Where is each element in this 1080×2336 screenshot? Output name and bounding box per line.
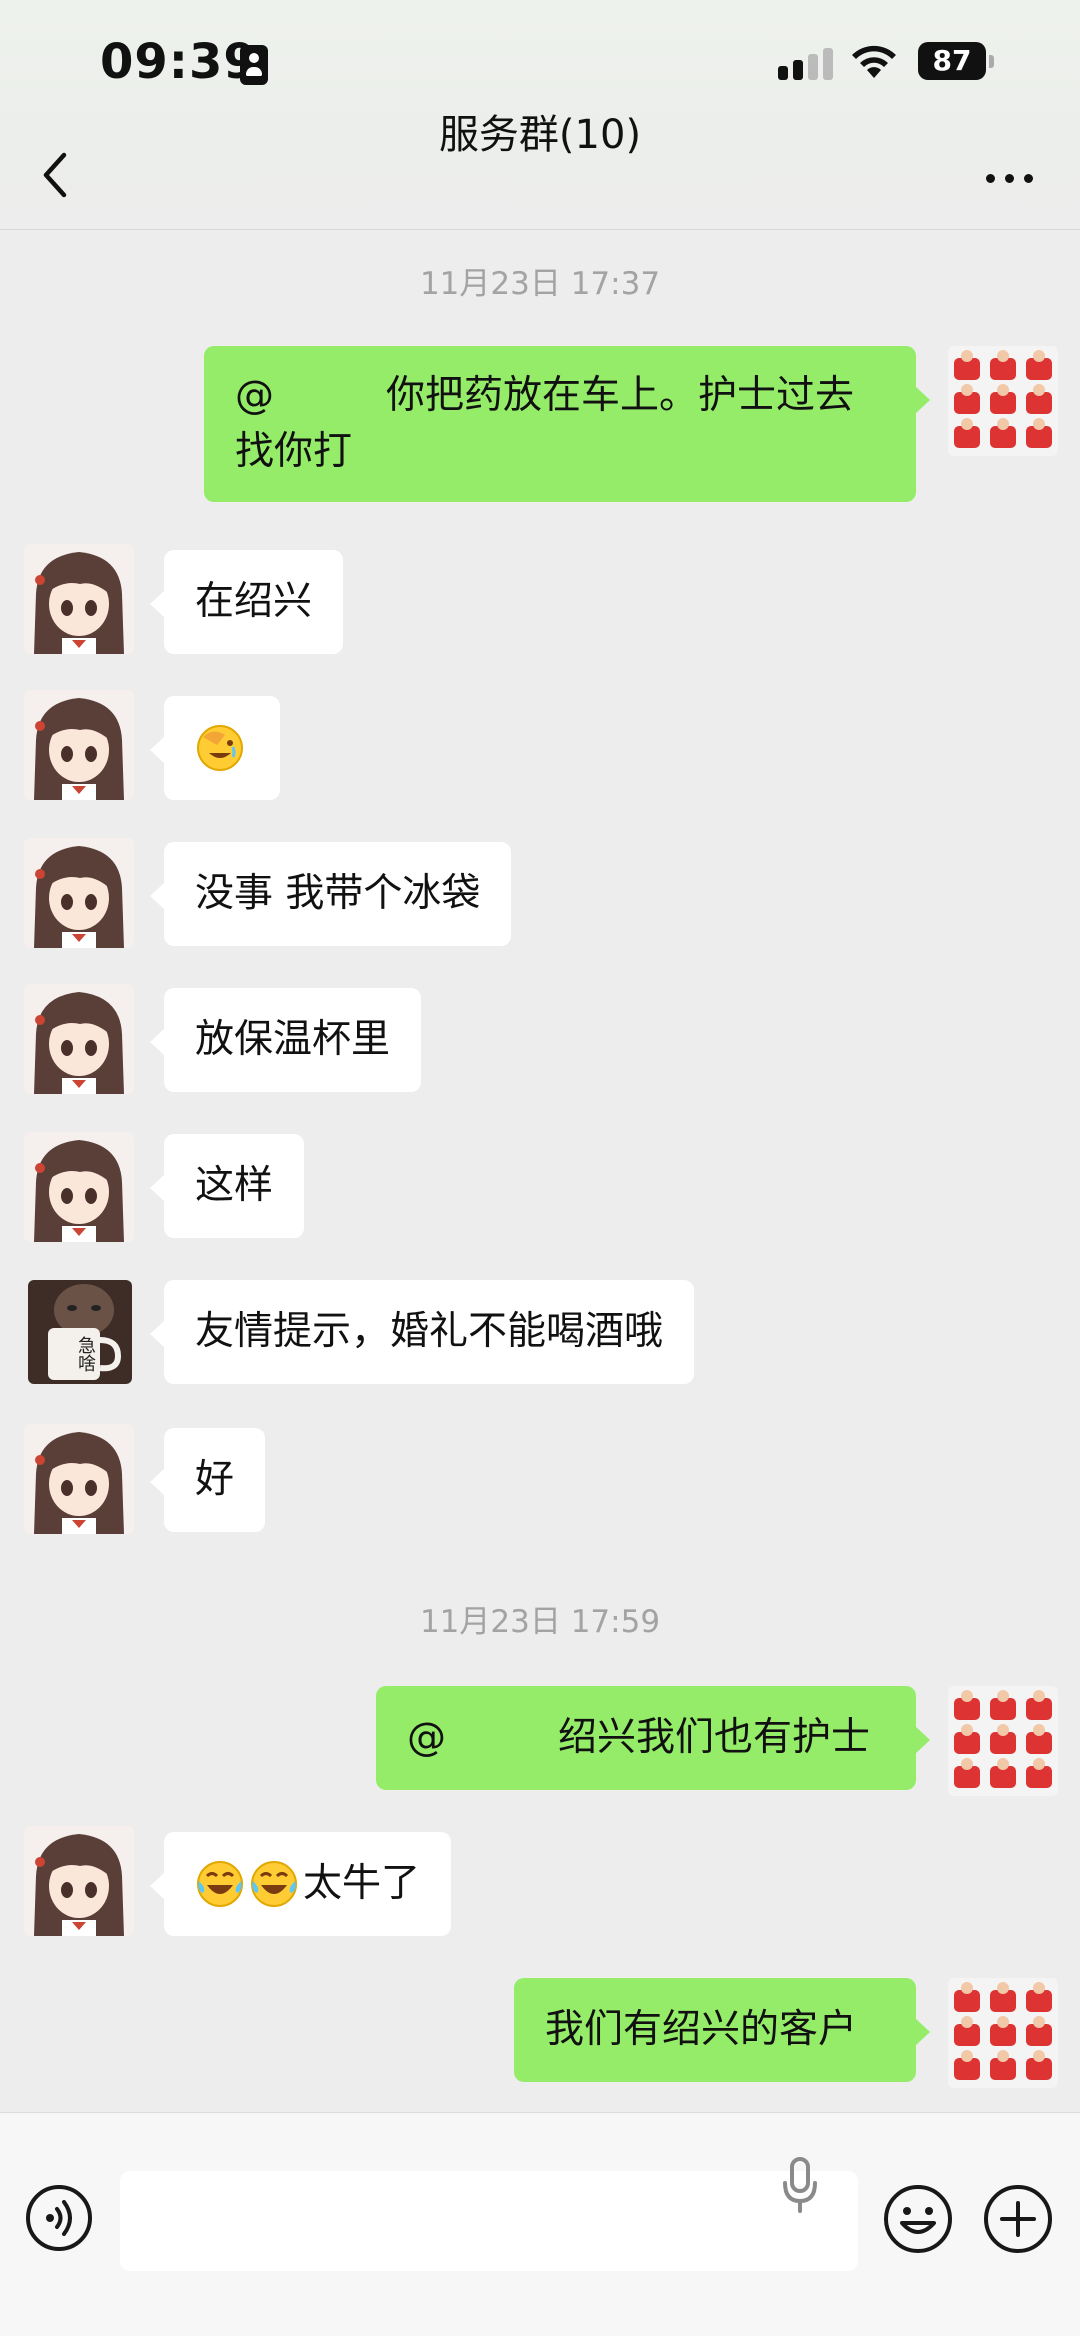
incoming-message-bubble[interactable]: 太牛了	[149, 1832, 452, 1936]
incoming-message-bubble[interactable]	[150, 696, 280, 800]
message-input[interactable]	[120, 2171, 858, 2271]
red-shirt-grid-avatar-icon	[948, 346, 1058, 456]
red-shirt-grid-avatar-icon	[948, 1686, 1058, 1796]
message-text: 我们有绍兴的客户	[545, 2007, 858, 2052]
message-text: 放保温杯里	[195, 1017, 391, 1062]
message-text: 你把药放在车上。护士过去找你打	[235, 373, 855, 474]
outgoing-message-bubble[interactable]: @ 绍兴我们也有护士	[376, 1686, 930, 1790]
message-text: 没事 我带个冰袋	[195, 871, 481, 916]
cellular-signal-icon	[778, 46, 834, 80]
message-text: 绍兴我们也有护士	[558, 1715, 871, 1760]
anime-girl-avatar-icon	[24, 690, 134, 800]
input-bar	[0, 2112, 1080, 2336]
anime-girl-avatar-icon	[24, 838, 134, 948]
mention-tag[interactable]: @	[407, 1710, 446, 1766]
chat-screen: 09:39 87 服务群(10) 11月23日 17:37 @ 你把药放在车上。护…	[0, 0, 1080, 2336]
incoming-message-bubble[interactable]: 没事 我带个冰袋	[149, 842, 512, 946]
sender-avatar[interactable]: 急啥	[28, 1280, 132, 1384]
message-text: 太牛了	[303, 1861, 421, 1906]
outgoing-message-bubble[interactable]: 我们有绍兴的客户	[514, 1978, 930, 2082]
outgoing-message-bubble[interactable]: @ 你把药放在车上。护士过去找你打	[204, 346, 930, 502]
red-shirt-grid-avatar-icon	[948, 1978, 1058, 2088]
chat-title: 服务群(10)	[438, 112, 642, 158]
microphone-icon[interactable]	[780, 2155, 820, 2215]
anime-girl-avatar-icon	[24, 1424, 134, 1534]
incoming-message-bubble[interactable]: 这样	[149, 1134, 305, 1238]
tears-of-joy-emoji-icon	[197, 1861, 243, 1907]
battery-icon: 87	[918, 42, 994, 80]
sender-avatar[interactable]	[24, 1826, 134, 1936]
voice-mode-button[interactable]	[24, 2183, 94, 2253]
self-avatar[interactable]	[948, 346, 1058, 456]
battery-percent: 87	[932, 44, 972, 77]
incoming-message-bubble[interactable]: 放保温杯里	[149, 988, 422, 1092]
wifi-icon	[852, 45, 896, 78]
sender-avatar[interactable]	[24, 984, 134, 1094]
sender-avatar[interactable]	[24, 690, 134, 800]
incoming-message-bubble[interactable]: 在绍兴	[149, 550, 344, 654]
emoji-picker-button[interactable]	[882, 2183, 954, 2255]
sender-avatar[interactable]	[24, 1132, 134, 1242]
incoming-message-bubble[interactable]: 友情提示，婚礼不能喝酒哦	[149, 1280, 695, 1384]
message-text: 这样	[195, 1163, 274, 1208]
anime-girl-avatar-icon	[24, 1826, 134, 1936]
more-functions-button[interactable]	[982, 2183, 1054, 2255]
anime-girl-avatar-icon	[24, 984, 134, 1094]
message-text: 友情提示，婚礼不能喝酒哦	[195, 1309, 664, 1354]
sender-avatar[interactable]	[24, 838, 134, 948]
self-avatar[interactable]	[948, 1978, 1058, 2088]
contact-card-icon	[240, 45, 268, 85]
mention-tag[interactable]: @	[235, 368, 274, 424]
nav-bar: 服务群(10)	[0, 90, 1080, 230]
message-text: 好	[195, 1457, 235, 1502]
self-avatar[interactable]	[948, 1686, 1058, 1796]
sender-avatar[interactable]	[24, 1424, 134, 1534]
message-timestamp: 11月23日 17:37	[419, 266, 661, 302]
tears-of-joy-emoji-icon	[251, 1861, 297, 1907]
message-timestamp: 11月23日 17:59	[419, 1604, 661, 1640]
more-options-icon[interactable]	[982, 170, 1038, 186]
anime-girl-avatar-icon	[24, 544, 134, 654]
message-text: 在绍兴	[195, 579, 313, 624]
mug-text: 急啥	[75, 1336, 96, 1372]
facepalm-laugh-emoji-icon	[197, 725, 243, 771]
incoming-message-bubble[interactable]: 好	[149, 1428, 266, 1532]
status-time: 09:39	[100, 34, 258, 90]
anime-girl-avatar-icon	[24, 1132, 134, 1242]
sender-avatar[interactable]	[24, 544, 134, 654]
